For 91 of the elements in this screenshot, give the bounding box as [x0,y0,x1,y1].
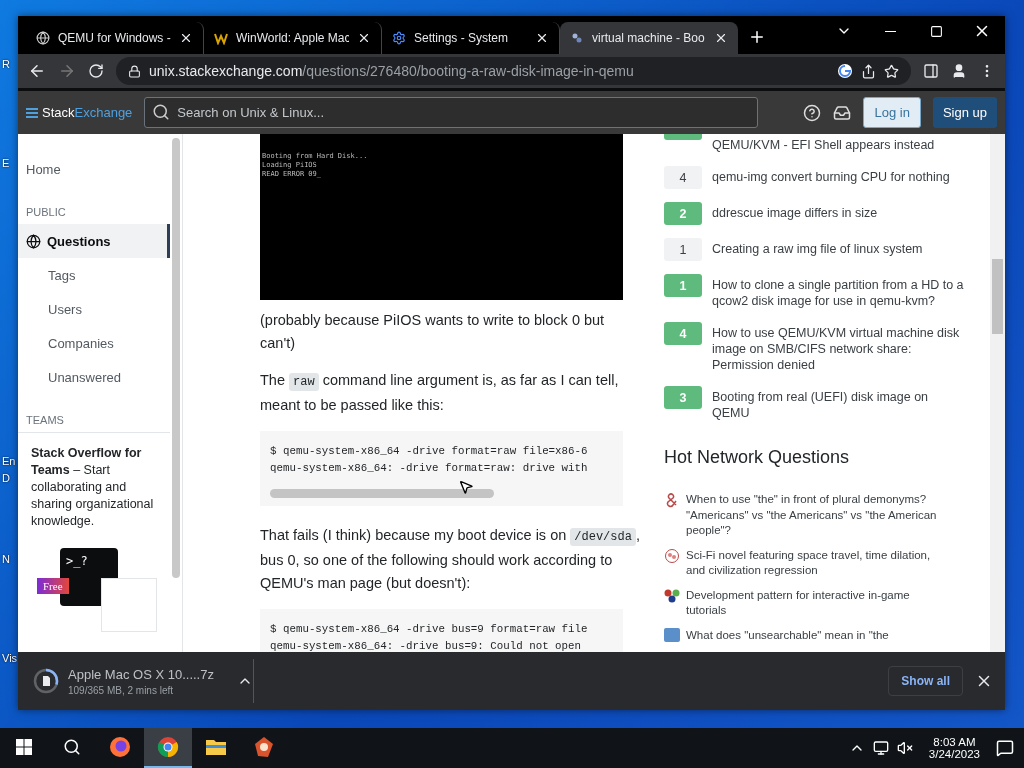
nav-link[interactable]: Home [18,134,170,192]
hot-question-link[interactable]: Development pattern for interactive in-game tutorials [686,587,948,619]
help-button[interactable] [803,103,822,122]
vote-count: 4 [664,322,702,345]
share-icon [861,63,876,79]
hot-question-link[interactable]: Sci-Fi novel featuring space travel, time dilation, and civilization regression [686,547,948,579]
browser-tab[interactable]: virtual machine - Boo [560,22,738,54]
nav-heading: TEAMS [25,413,65,428]
profile-button[interactable] [951,63,967,79]
globe-icon [26,233,41,249]
related-question-link[interactable]: ddrescue image differs in size [712,202,878,225]
gear-icon [392,31,406,45]
close-icon[interactable] [714,31,728,45]
url-text: unix.stackexchange.com/questions/276480/booting-a-raw-disk-image-in-qemu [149,63,634,79]
desktop-icon-label[interactable]: En [2,455,16,467]
vote-count: 4 [664,166,702,189]
download-item[interactable]: Apple Mac OS X 10.....7z 109/365 MB, 2 mins left [32,659,254,703]
section-heading: Hot Network Questions [664,447,851,468]
maximize-icon [929,24,943,38]
search-icon [63,738,81,756]
dots-icon [664,587,680,604]
hot-question-link[interactable]: When to use "the" in front of plural demonyms? "Americans" vs "the Americans" vs "the American people"? [686,492,948,539]
post-paragraph: The raw command line argument is, as far as I can tell, meant to be passed like this: [260,371,620,415]
vote-count: 1 [664,238,702,261]
related-question-link[interactable]: QEMU/KVM - EFI Shell appears instead [712,134,935,153]
minimize-icon [884,30,896,32]
nav-item[interactable]: Tags [18,258,170,292]
desktop-icon-label[interactable]: E [2,157,10,169]
stack-logo-icon [570,31,584,45]
chrome-icon [156,735,180,759]
show-all-button[interactable]: Show all [888,666,963,696]
vote-count: 2 [664,202,702,225]
forward-button[interactable] [58,62,76,80]
scrollbar-thumb[interactable] [172,138,180,578]
desktop-icon-label[interactable]: D [2,472,10,484]
close-icon[interactable] [179,31,193,45]
post-paragraph: (probably because PiIOS wants to write to block 0 but can't) [260,311,606,353]
login-button[interactable]: Log in [863,97,921,128]
search-field[interactable]: Search on Unix & Linux... [144,97,759,128]
g-logo-icon [837,63,853,79]
post-paragraph: That fails (I think) because my boot device is on /dev/sda , bus 0, so one of the following should work according to QEMU's man page (but doesn't): [260,526,640,593]
w-logo-icon [214,31,228,45]
volume-muted-icon [896,740,913,756]
nav-heading: PUBLIC [25,205,67,220]
download-progress-icon [32,667,60,695]
windows-logo-icon [16,739,32,755]
code-block: $ qemu-system-x86_64 -drive format=raw file=x86-6 qemu-system-x86_64: -drive format=raw: drive with [260,431,623,506]
address-bar[interactable]: unix.stackexchange.com/questions/276480/booting-a-raw-disk-image-in-qemu [116,57,911,85]
globe-icon [36,31,50,45]
site-logo[interactable]: StackExchange [26,105,133,120]
desktop-icon-label[interactable]: N [2,553,10,565]
notification-icon [996,739,1014,757]
vote-count: 1 [664,274,702,297]
star-icon [884,63,899,79]
related-question-link[interactable]: qemu-img convert burning CPU for nothing [712,166,950,189]
desktop-icon-label[interactable]: R [2,58,10,70]
inbox-button[interactable] [833,103,852,122]
related-question-link[interactable]: Creating a raw img file of linux system [712,238,923,261]
related-question-link[interactable]: Booting from real (UEFI) disk image on QEMU [712,386,964,421]
code-block: $ qemu-system-x86_64 -drive bus=9 format=raw file qemu-system-x86_64: -drive bus=9: Could not open [260,609,623,652]
clock[interactable]: 8:03 AM 3/24/2023 [920,736,988,760]
close-icon[interactable] [535,31,549,45]
network-icon [872,740,889,756]
related-question-link[interactable]: How to use QEMU/KVM virtual machine disk image on SMB/CIFS network share: Permission denied [712,322,964,373]
ampersand-icon [664,492,680,508]
reload-button[interactable] [88,63,104,79]
app-icon [252,735,276,759]
vote-count: 3 [664,386,702,409]
planet-icon [664,547,680,564]
free-tag: Free [37,578,69,594]
taskbar-app[interactable] [144,728,192,768]
page-scrollbar[interactable] [990,134,1005,652]
nav-item[interactable]: Unanswered [18,360,170,394]
firefox-icon [108,735,132,759]
side-panel-button[interactable] [923,63,939,79]
promo-text: Stack Overflow for Teams – Start collaborating and sharing organizational knowledge. [31,445,155,530]
back-button[interactable] [28,62,46,80]
signup-button[interactable]: Sign up [932,97,997,128]
hot-question-link[interactable]: What does "unsearchable" mean in "the [686,627,889,643]
close-icon[interactable] [357,31,371,45]
desktop-icon-label[interactable]: Vis [2,652,18,664]
mouse-pointer-icon [458,479,474,495]
search-icon [152,103,171,121]
nav-item[interactable]: Users [18,292,170,326]
horizontal-scrollbar[interactable] [270,489,494,498]
nav-item[interactable]: Questions [18,224,170,258]
nav-item[interactable]: Companies [18,326,170,360]
related-question-link[interactable]: How to clone a single partition from a HD to a qcow2 disk image for use in qemu-kvm? [712,274,964,309]
checklist-drawing [101,578,157,632]
new-tab-button[interactable] [748,28,766,46]
lock-icon [128,64,141,78]
